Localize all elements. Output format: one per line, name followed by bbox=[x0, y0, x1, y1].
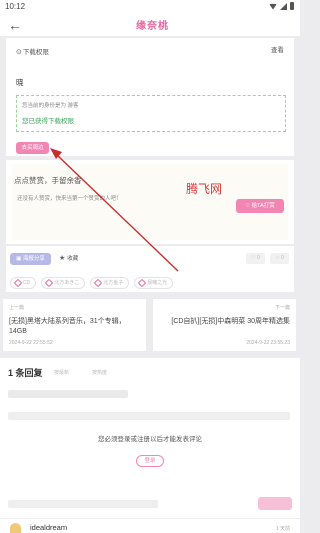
arrow-line bbox=[55, 153, 179, 272]
annotation-arrow bbox=[50, 148, 179, 272]
